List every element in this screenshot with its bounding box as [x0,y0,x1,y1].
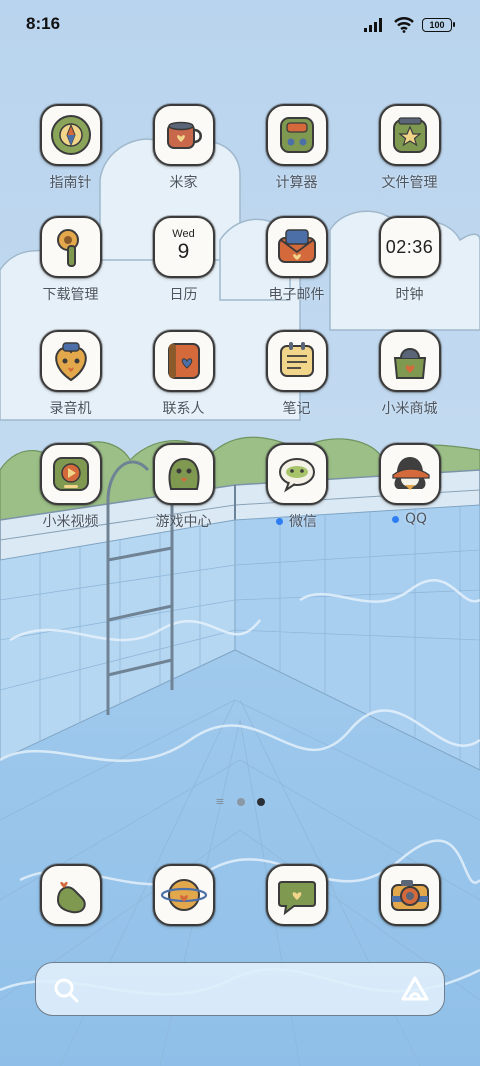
app-compass[interactable]: 指南针 [14,104,127,209]
calendar-weekday: Wed [172,228,195,240]
app-label: 下载管理 [42,287,99,303]
clock-time: 02:36 [385,236,434,257]
page-dot-1[interactable] [236,798,245,806]
app-notes[interactable]: 笔记 [240,330,353,435]
status-bar: 8:16 100 [0,0,480,50]
signal-icon [364,18,382,32]
app-label: 指南针 [49,175,92,191]
app-clock[interactable]: 02:36 时钟 [353,216,466,321]
app-file-manager[interactable]: 文件管理 [353,104,466,209]
email-icon[interactable] [265,216,328,278]
app-mijia[interactable]: 米家 [127,104,240,209]
app-download-manager[interactable]: 下载管理 [14,216,127,321]
app-label: 笔记 [282,401,311,417]
app-drawer-lines-icon[interactable]: ≡ [215,796,224,807]
app-calculator[interactable]: 计算器 [240,104,353,209]
app-label: 计算器 [275,175,318,191]
calendar-icon[interactable]: Wed 9 [152,216,215,278]
messages-icon[interactable] [265,864,328,926]
qq-icon[interactable] [378,443,441,505]
app-label: 小米视频 [42,514,99,530]
app-label: 联系人 [162,401,205,417]
app-label: 电子邮件 [268,287,325,303]
battery-level: 100 [429,20,445,30]
app-label: QQ [391,511,428,527]
dock-camera[interactable] [353,864,466,928]
dock-messages[interactable] [240,864,353,928]
contacts-icon[interactable] [152,330,215,392]
status-icons: 100 [364,15,455,35]
recorder-icon[interactable] [39,330,102,392]
page-dot-2-active[interactable] [256,798,265,806]
search-icon [54,978,79,1003]
new-badge-dot [276,517,283,525]
wechat-icon[interactable] [265,443,328,505]
app-label: 时钟 [395,287,424,303]
assistant-icon[interactable] [400,975,430,1003]
clock-icon[interactable]: 02:36 [378,216,441,278]
app-email[interactable]: 电子邮件 [240,216,353,321]
phone-icon[interactable] [39,864,102,926]
app-label-text: QQ [404,511,428,527]
app-game-center[interactable]: 游戏中心 [127,443,240,548]
mi-video-icon[interactable] [39,443,102,505]
browser-icon[interactable] [152,864,215,926]
calendar-day: 9 [177,240,190,263]
wifi-icon [394,17,414,33]
app-label: 日历 [169,287,198,303]
compass-icon[interactable] [39,104,102,166]
app-label: 录音机 [49,401,92,417]
file-manager-icon[interactable] [378,104,441,166]
game-center-icon[interactable] [152,443,215,505]
app-mi-store[interactable]: 小米商城 [353,330,466,435]
app-label: 小米商城 [381,401,438,417]
calculator-icon[interactable] [265,104,328,166]
app-wechat[interactable]: 微信 [240,443,353,548]
app-label: 米家 [169,175,198,191]
dock-phone[interactable] [14,864,127,928]
app-contacts[interactable]: 联系人 [127,330,240,435]
app-label-text: 微信 [289,514,317,530]
mi-store-icon[interactable] [378,330,441,392]
camera-icon[interactable] [378,864,441,926]
search-bar[interactable] [35,962,445,1016]
battery-icon: 100 [422,18,455,32]
page-indicator[interactable]: ≡ [0,796,480,807]
mijia-icon[interactable] [152,104,215,166]
app-label: 游戏中心 [155,514,212,530]
new-badge-dot [391,515,399,523]
dock-browser[interactable] [127,864,240,928]
app-qq[interactable]: QQ [353,443,466,548]
app-calendar[interactable]: Wed 9 日历 [127,216,240,321]
app-mi-video[interactable]: 小米视频 [14,443,127,548]
download-icon[interactable] [39,216,102,278]
notes-icon[interactable] [265,330,328,392]
app-label: 微信 [276,511,317,531]
app-recorder[interactable]: 录音机 [14,330,127,435]
status-time: 8:16 [26,14,61,33]
app-label: 文件管理 [381,175,438,191]
